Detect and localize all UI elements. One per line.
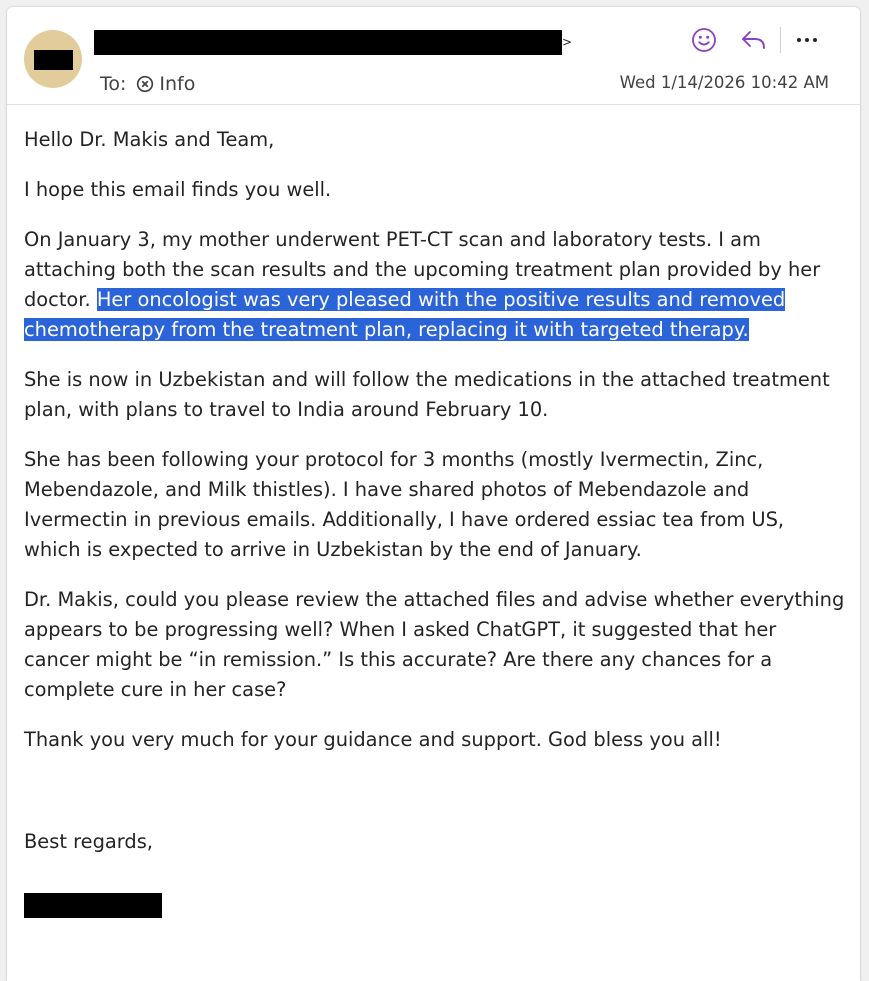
sender-avatar[interactable] xyxy=(24,30,82,88)
avatar-initials-redaction xyxy=(34,50,73,70)
sender-address-tail: > xyxy=(562,35,573,49)
to-label: To: xyxy=(100,73,127,95)
message-actions xyxy=(688,25,823,55)
paragraph-3: She is now in Uzbekistan and will follow… xyxy=(24,368,830,421)
email-reading-pane: > To: Info Wed 1/14/2026 10:42 AM Hello … xyxy=(7,7,860,981)
recipient-row: To: Info xyxy=(100,71,195,97)
react-button[interactable] xyxy=(688,25,720,55)
sender-name-redaction[interactable] xyxy=(94,30,562,55)
paragraph-2: On January 3, my mother underwent PET-CT… xyxy=(24,225,846,345)
reply-icon xyxy=(742,31,765,49)
email-body: Hello Dr. Makis and Team, I hope this em… xyxy=(24,125,846,877)
paragraph-4: She has been following your protocol for… xyxy=(24,448,785,561)
email-date: Wed 1/14/2026 10:42 AM xyxy=(619,73,829,92)
closing: Best regards, xyxy=(24,830,153,853)
smiley-icon xyxy=(692,28,716,52)
selected-text[interactable]: Her oncologist was very pleased with the… xyxy=(24,288,786,341)
paragraph-5: Dr. Makis, could you please review the a… xyxy=(24,588,845,701)
signature-redaction xyxy=(24,893,162,918)
actions-divider xyxy=(780,27,781,53)
reply-button[interactable] xyxy=(738,25,770,55)
header-divider xyxy=(7,104,860,105)
greeting: Hello Dr. Makis and Team, xyxy=(24,128,275,151)
remove-recipient-icon[interactable] xyxy=(136,75,154,93)
paragraph-1: I hope this email finds you well. xyxy=(24,178,332,201)
more-icon xyxy=(797,38,817,42)
more-actions-button[interactable] xyxy=(791,25,823,55)
paragraph-6: Thank you very much for your guidance an… xyxy=(24,728,722,751)
recipient-chip[interactable]: Info xyxy=(159,73,195,95)
